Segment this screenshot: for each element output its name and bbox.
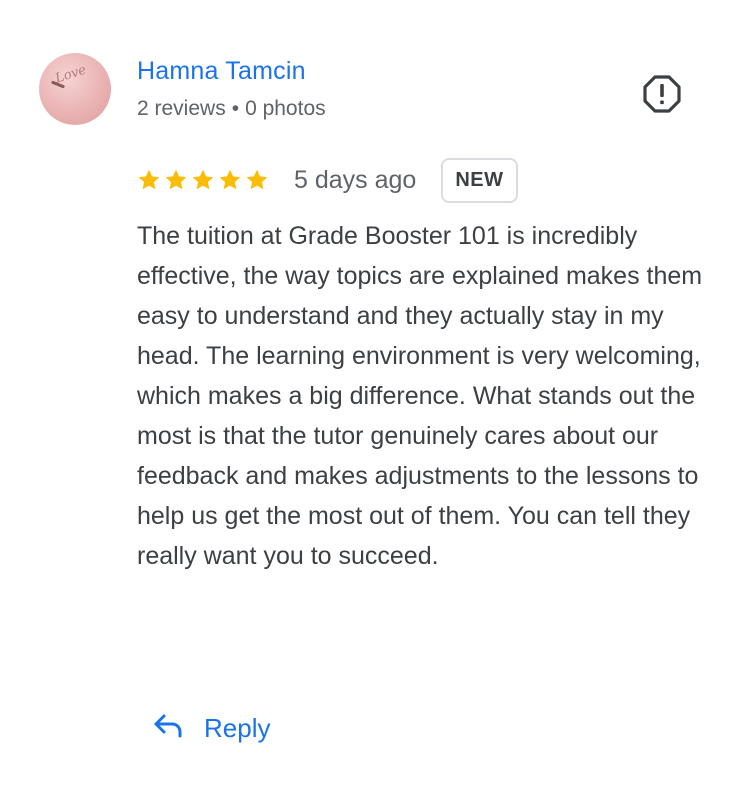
star-icon bbox=[192, 169, 214, 190]
rating-row: 5 days ago NEW bbox=[137, 157, 518, 203]
author-name[interactable]: Hamna Tamcin bbox=[137, 57, 306, 86]
star-icon bbox=[246, 169, 268, 190]
review-card: Love Hamna Tamcin 2 reviews • 0 photos 5 d… bbox=[0, 0, 750, 787]
star-icon bbox=[138, 169, 160, 190]
avatar[interactable]: Love bbox=[39, 53, 111, 125]
reply-button[interactable]: Reply bbox=[152, 706, 270, 750]
review-text: The tuition at Grade Booster 101 is incr… bbox=[137, 222, 703, 570]
new-badge: NEW bbox=[441, 157, 518, 203]
review-date: 5 days ago bbox=[294, 165, 417, 194]
reply-arrow-icon bbox=[152, 712, 184, 745]
photo-count: 0 photos bbox=[245, 97, 326, 120]
star-rating bbox=[137, 168, 269, 192]
star-icon bbox=[165, 169, 187, 190]
report-icon[interactable] bbox=[642, 74, 682, 114]
reply-label: Reply bbox=[204, 712, 271, 743]
meta-separator: • bbox=[231, 97, 240, 120]
review-count: 2 reviews bbox=[137, 97, 226, 120]
star-icon bbox=[219, 169, 241, 190]
author-meta: 2 reviews • 0 photos bbox=[137, 97, 326, 121]
